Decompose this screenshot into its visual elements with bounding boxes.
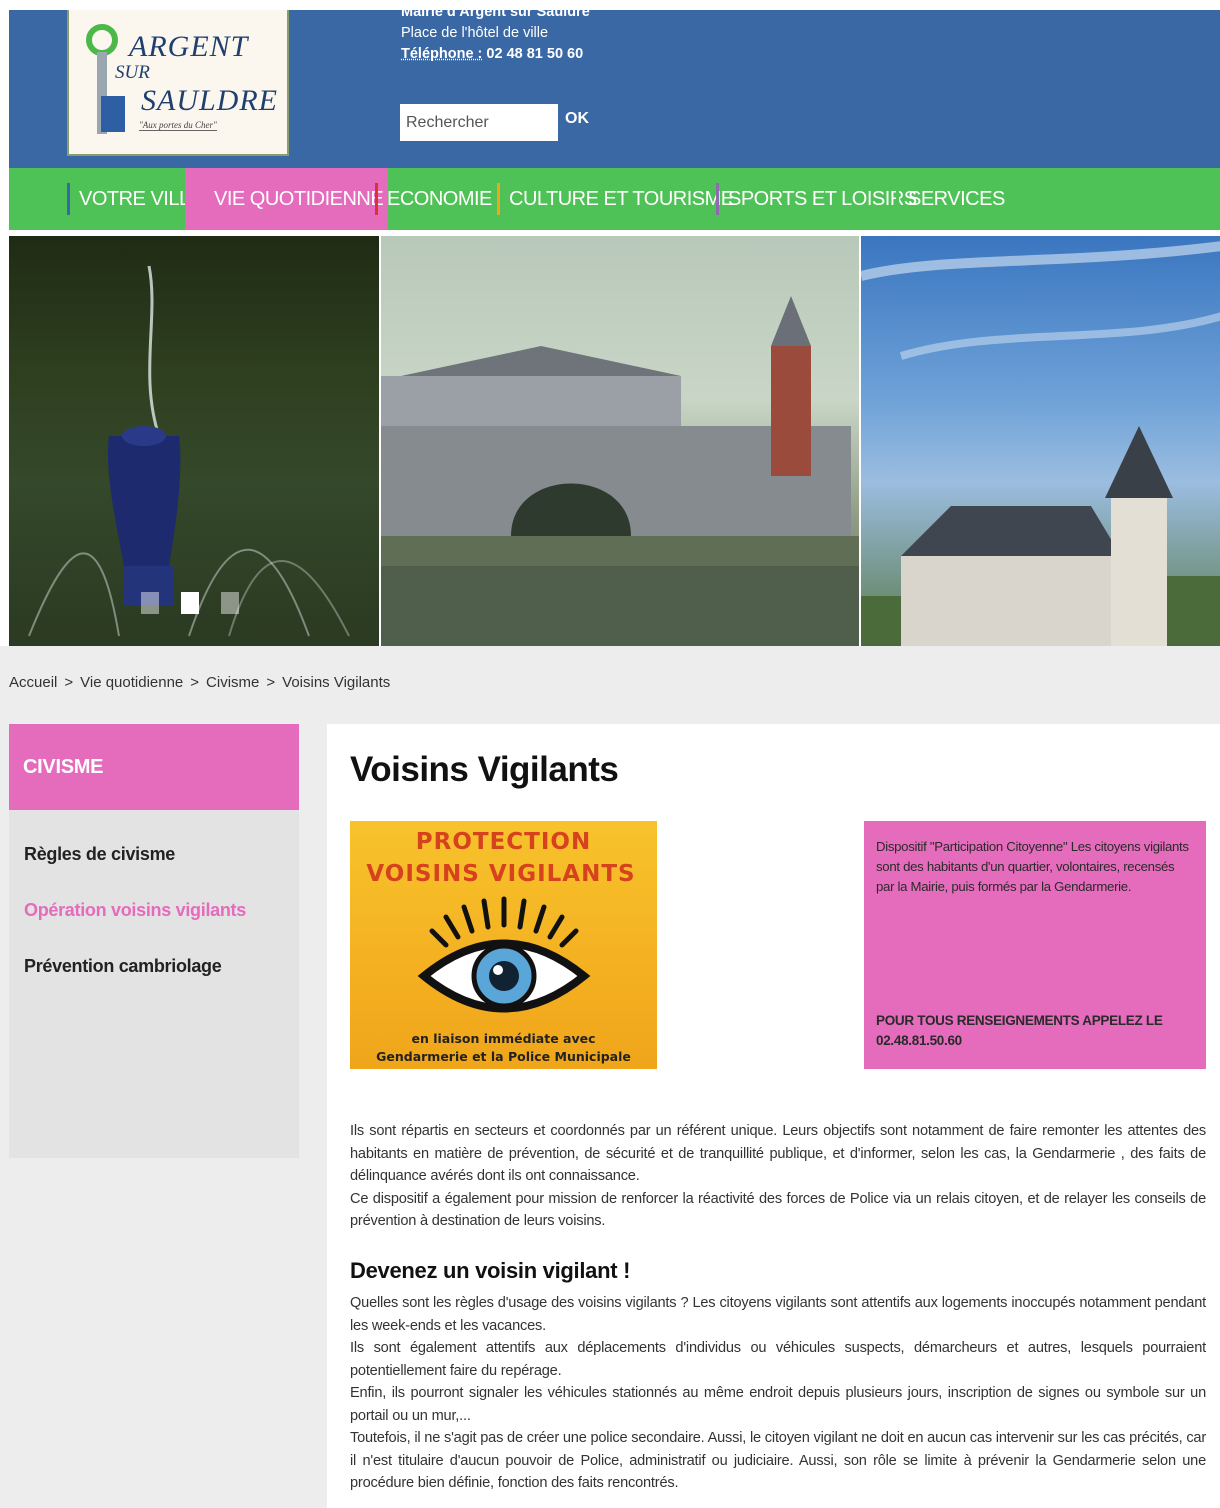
page-title: Voisins Vigilants (350, 750, 619, 789)
banner-photo-bridge (379, 236, 859, 646)
contact-block: Mairie d'Argent sur Sauldre Place de l'h… (401, 4, 590, 65)
paragraph: Enfin, ils pourront signaler les véhicul… (350, 1385, 1206, 1424)
logo-tagline: "Aux portes du Cher" (139, 120, 217, 131)
breadcrumb-separator: > (266, 674, 276, 691)
nav-separator (375, 183, 378, 215)
info-box-intro: Dispositif "Participation Citoyenne" Les… (876, 839, 1189, 894)
phone-number[interactable]: 02 48 81 50 60 (486, 46, 583, 62)
paragraph: Quelles sont les règles d'usage des vois… (350, 1295, 1206, 1334)
breadcrumb-vie-quotidienne[interactable]: Vie quotidienne (80, 674, 183, 691)
poster-heading-voisins: VOISINS VIGILANTS (366, 861, 636, 887)
nav-item-services[interactable]: SERVICES (896, 168, 1005, 230)
nav-separator (896, 183, 899, 215)
breadcrumb-separator: > (64, 674, 74, 691)
logo-text-sur: SUR (115, 62, 150, 83)
nav-separator (67, 183, 70, 215)
paragraph: Ils sont répartis en secteurs et coordon… (350, 1123, 1206, 1184)
section-heading: Devenez un voisin vigilant ! (350, 1258, 631, 1283)
banner-photo-chateau (859, 236, 1220, 646)
slider-dots (141, 592, 239, 614)
rules-paragraphs: Quelles sont les règles d'usage des vois… (350, 1292, 1206, 1495)
poster-heading-protection: PROTECTION (415, 829, 592, 855)
site-logo[interactable]: ARGENT SUR SAULDRE "Aux portes du Cher" (67, 10, 289, 200)
nav-label: SPORTS ET LOISIRS (728, 187, 917, 210)
key-bit-graphic (101, 96, 149, 200)
breadcrumb-civisme[interactable]: Civisme (206, 674, 259, 691)
voisins-vigilants-poster: PROTECTION VOISINS VIGILANTS en liaison … (350, 821, 657, 1069)
info-box: Dispositif "Participation Citoyenne" Les… (864, 821, 1206, 1069)
nav-separator (497, 183, 500, 215)
banner-photo-fountain (9, 236, 379, 646)
info-box-call-to-action: POUR TOUS RENSEIGNEMENTS APPELEZ LE 02.4… (876, 1013, 1163, 1048)
breadcrumb-separator: > (190, 674, 200, 691)
paragraph: Toutefois, il ne s'agit pas de créer une… (350, 1430, 1206, 1491)
sidebar-title: CIVISME (9, 724, 299, 810)
phone-label: Téléphone : (401, 46, 483, 62)
nav-item-sports-et-loisirs[interactable]: SPORTS ET LOISIRS (716, 168, 917, 230)
slider-dot-active[interactable] (181, 592, 199, 614)
search-ok-button[interactable]: OK (565, 110, 589, 128)
sidebar-gutter (299, 724, 327, 1508)
nav-item-economie[interactable]: ECONOMIE (375, 168, 492, 230)
poster-footer-line1: en liaison immédiate avec (411, 1031, 596, 1046)
logo-text-argent: ARGENT (129, 30, 249, 63)
breadcrumb: Accueil > Vie quotidienne > Civisme > Voisins … (9, 674, 390, 691)
site-header: ARGENT SUR SAULDRE "Aux portes du Cher" … (9, 4, 1220, 200)
poster-footer-line2: Gendarmerie et la Police Municipale (376, 1049, 631, 1064)
breadcrumb-current: Voisins Vigilants (282, 674, 391, 691)
paragraph: Ils sont également attentifs aux déplace… (350, 1340, 1206, 1379)
nav-label: VOTRE VILLE (79, 187, 203, 210)
sidebar-item-prevention-cambriolage[interactable]: Prévention cambriolage (24, 956, 222, 977)
nav-label: CULTURE ET TOURISME (509, 187, 734, 210)
nav-label: SERVICES (908, 187, 1005, 210)
paragraph: Ce dispositif a également pour mission d… (350, 1190, 1206, 1230)
nav-label: ECONOMIE (387, 187, 492, 210)
sidebar: CIVISME Règles de civisme Opération vois… (9, 724, 299, 1158)
mairie-address: Place de l'hôtel de ville (401, 25, 549, 41)
nav-item-vie-quotidienne[interactable]: VIE QUOTIDIENNE (185, 168, 389, 230)
logo-text-sauldre: SAULDRE (141, 84, 278, 117)
photo-banner (9, 236, 1220, 646)
sidebar-item-operation-voisins-vigilants[interactable]: Opération voisins vigilants (24, 900, 246, 921)
search-input[interactable]: Rechercher (400, 104, 558, 141)
mairie-phone: Téléphone : 02 48 81 50 60 (401, 44, 590, 65)
sidebar-bottom-background (9, 1158, 299, 1508)
eye-icon (417, 896, 591, 1013)
nav-separator (716, 183, 719, 215)
breadcrumb-accueil[interactable]: Accueil (9, 674, 57, 691)
mairie-name: Mairie d'Argent sur Sauldre (401, 4, 590, 20)
nav-item-votre-ville[interactable]: VOTRE VILLE (67, 168, 203, 230)
nav-label: VIE QUOTIDIENNE (214, 187, 384, 210)
slider-dot[interactable] (221, 592, 239, 614)
main-nav: VOTRE VILLE VIE QUOTIDIENNE ECONOMIE CUL… (9, 168, 1220, 230)
sidebar-item-regles-de-civisme[interactable]: Règles de civisme (24, 844, 175, 865)
left-gutter (0, 724, 9, 1508)
slider-dot[interactable] (141, 592, 159, 614)
intro-paragraphs: Ils sont répartis en secteurs et coordon… (350, 1120, 1206, 1233)
nav-item-culture-et-tourisme[interactable]: CULTURE ET TOURISME (497, 168, 734, 230)
